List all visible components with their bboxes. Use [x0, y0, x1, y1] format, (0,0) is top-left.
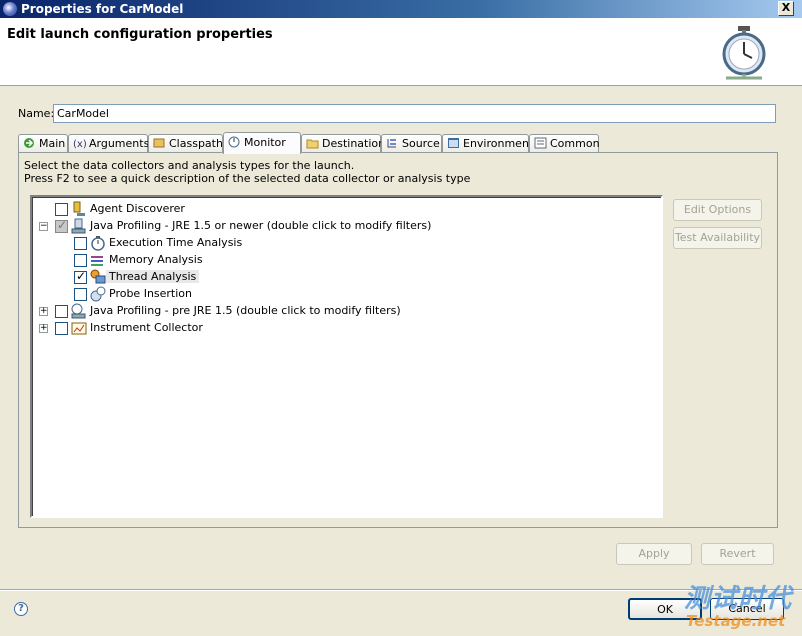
memory-icon	[91, 256, 103, 266]
expand-toggle[interactable]: +	[39, 324, 48, 333]
monitor-icon	[228, 136, 241, 148]
watermark-logo: 测试时代 Testage.net	[680, 578, 802, 636]
tree-item-instrument-collector[interactable]: + Instrument Collector	[32, 320, 632, 337]
execution-time-checkbox[interactable]	[74, 237, 87, 250]
java-profiling-new-checkbox[interactable]: ✓	[55, 218, 68, 233]
tab-common[interactable]: Common	[529, 134, 600, 153]
watermark-chinese-text: 测试时代	[684, 584, 793, 614]
probe-icon	[90, 286, 106, 302]
instrument-collector-checkbox[interactable]	[55, 322, 68, 335]
collector-tree[interactable]: Agent Discoverer − ✓ Java Profiling - JR…	[30, 195, 663, 518]
tab-destination[interactable]: Destination	[301, 134, 385, 153]
eclipse-icon	[3, 2, 17, 16]
window-title: Properties for CarModel	[21, 2, 184, 16]
tree-item-java-profiling-new[interactable]: − ✓ Java Profiling - JRE 1.5 or newer (d…	[32, 218, 632, 235]
edit-options-button[interactable]: Edit Options	[673, 199, 762, 221]
test-availability-button[interactable]: Test Availability	[673, 227, 762, 249]
tree-item-execution-time-analysis[interactable]: Execution Time Analysis	[32, 235, 632, 252]
thread-analysis-checkbox[interactable]: ✓	[74, 269, 87, 284]
header-banner: Edit launch configuration properties	[0, 18, 802, 86]
probe-insertion-checkbox[interactable]	[74, 288, 87, 301]
collapse-toggle[interactable]: −	[39, 222, 48, 231]
tree-item-memory-analysis[interactable]: Memory Analysis	[32, 252, 632, 269]
tab-arguments[interactable]: (x) Arguments	[68, 134, 149, 153]
stopwatch-small-icon	[91, 236, 105, 251]
source-icon	[386, 137, 399, 149]
revert-button[interactable]: Revert	[701, 543, 774, 565]
memory-analysis-checkbox[interactable]	[74, 254, 87, 267]
name-input[interactable]	[53, 104, 776, 123]
expand-toggle[interactable]: +	[39, 307, 48, 316]
close-button[interactable]: X	[778, 1, 794, 16]
java-profiling-pre-checkbox[interactable]	[55, 305, 68, 318]
arguments-icon: (x)	[73, 137, 87, 150]
tab-main[interactable]: Main	[18, 134, 68, 153]
tab-monitor[interactable]: Monitor	[223, 132, 301, 154]
thread-icon	[90, 269, 106, 284]
classpath-icon	[153, 137, 166, 149]
tree-item-agent-discoverer[interactable]: Agent Discoverer	[32, 201, 632, 218]
apply-button[interactable]: Apply	[616, 543, 692, 565]
help-icon[interactable]: ?	[14, 602, 28, 616]
tab-classpath[interactable]: Classpath	[148, 134, 223, 153]
tree-item-java-profiling-pre[interactable]: + Java Profiling - pre JRE 1.5 (double c…	[32, 303, 632, 320]
chart-icon	[71, 322, 87, 335]
main-icon	[23, 137, 36, 149]
stopwatch-icon	[722, 26, 766, 80]
agent-discoverer-checkbox[interactable]	[55, 203, 68, 216]
page-title: Edit launch configuration properties	[7, 27, 273, 42]
environment-icon	[447, 137, 460, 149]
svg-text:(x): (x)	[73, 139, 86, 149]
monitor-panel: Select the data collectors and analysis …	[18, 152, 778, 528]
agent-icon	[73, 201, 85, 216]
tree-item-probe-insertion[interactable]: Probe Insertion	[32, 286, 632, 303]
watermark-english-text: Testage.net	[686, 612, 786, 630]
java-profiling-old-icon	[71, 303, 86, 319]
monitor-description: Select the data collectors and analysis …	[24, 159, 471, 185]
tab-source[interactable]: Source	[381, 134, 442, 153]
folder-icon	[306, 137, 319, 149]
name-label: Name:	[18, 107, 55, 120]
tab-environment[interactable]: Environment	[442, 134, 533, 153]
window-titlebar[interactable]: Properties for CarModel X	[0, 0, 802, 18]
tree-item-thread-analysis[interactable]: ✓ Thread Analysis	[32, 269, 632, 286]
java-profiling-icon	[71, 218, 86, 234]
common-icon	[534, 137, 547, 149]
